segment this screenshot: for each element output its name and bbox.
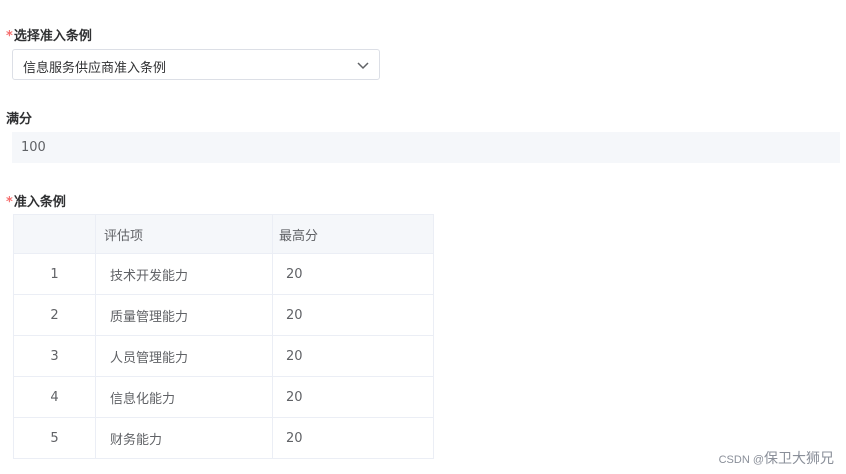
row-max-score: 20 xyxy=(272,417,434,459)
row-max-score: 20 xyxy=(272,294,434,336)
header-item: 评估项 xyxy=(95,214,273,254)
row-item: 质量管理能力 xyxy=(95,294,273,336)
table-row: 5 财务能力 20 xyxy=(13,417,434,459)
row-index: 2 xyxy=(13,294,96,336)
row-index: 4 xyxy=(13,376,96,418)
row-max-score: 20 xyxy=(272,376,434,418)
row-item: 信息化能力 xyxy=(95,376,273,418)
watermark: CSDN @保卫大狮兄 xyxy=(719,448,834,468)
row-index: 5 xyxy=(13,417,96,459)
full-score-field: 100 xyxy=(12,132,840,163)
condition-select-label: *选择准入条例 xyxy=(6,29,92,44)
header-max-score: 最高分 xyxy=(272,214,434,254)
required-mark: * xyxy=(6,29,13,44)
header-index xyxy=(13,214,96,254)
full-score-label: 满分 xyxy=(6,112,33,127)
row-max-score: 20 xyxy=(272,335,434,377)
watermark-name: 保卫大狮兄 xyxy=(764,450,834,466)
row-index: 1 xyxy=(13,253,96,295)
watermark-prefix: CSDN @ xyxy=(718,454,764,466)
row-index: 3 xyxy=(13,335,96,377)
table-row: 3 人员管理能力 20 xyxy=(13,335,434,377)
table-row: 1 技术开发能力 20 xyxy=(13,253,434,295)
table-row: 4 信息化能力 20 xyxy=(13,376,434,418)
condition-select-value: 信息服务供应商准入条例 xyxy=(23,61,167,76)
chevron-down-icon xyxy=(357,62,369,70)
row-max-score: 20 xyxy=(272,253,434,295)
table-row: 2 质量管理能力 20 xyxy=(13,294,434,336)
condition-select[interactable]: 信息服务供应商准入条例 xyxy=(12,49,380,80)
row-item: 财务能力 xyxy=(95,417,273,459)
table-header-row: 评估项 最高分 xyxy=(13,214,434,254)
row-item: 人员管理能力 xyxy=(95,335,273,377)
row-item: 技术开发能力 xyxy=(95,253,273,295)
required-mark: * xyxy=(6,195,13,210)
conditions-table-label: *准入条例 xyxy=(6,195,66,210)
full-score-value: 100 xyxy=(21,140,46,155)
conditions-table: 评估项 最高分 1 技术开发能力 20 2 质量管理能力 20 3 人员管理能力… xyxy=(13,214,434,459)
